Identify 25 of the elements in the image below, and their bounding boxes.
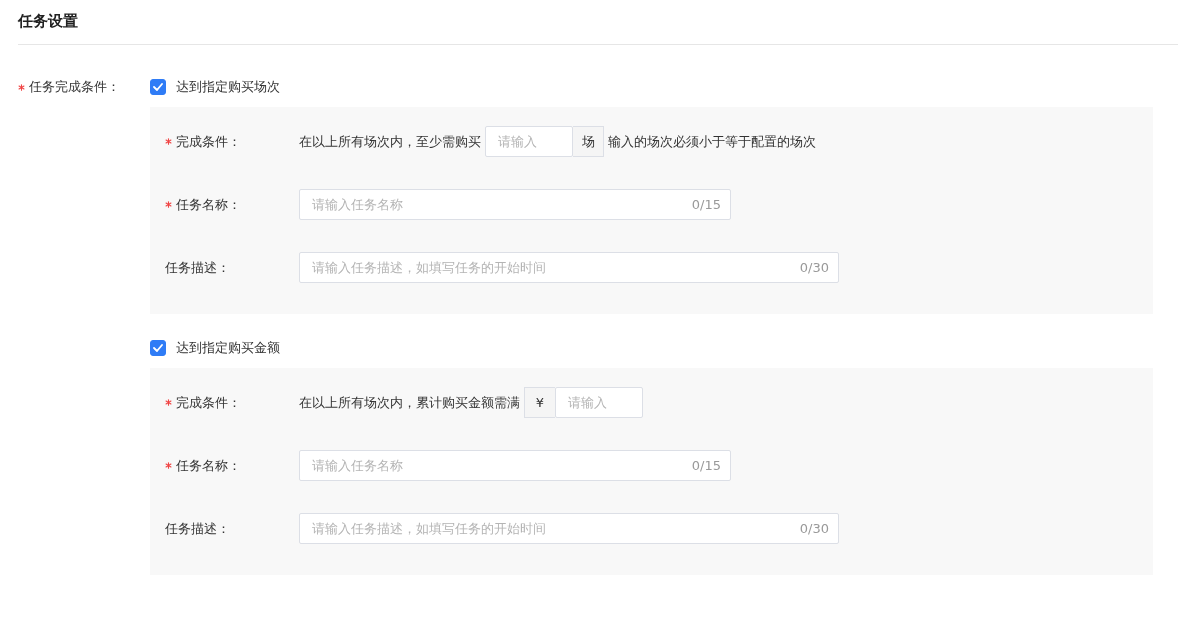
form-label: 任务描述： bbox=[165, 519, 230, 538]
number-input[interactable]: 请输入 bbox=[485, 126, 573, 157]
character-counter: 0/30 bbox=[799, 258, 829, 277]
form-label: 任务描述： bbox=[165, 258, 230, 277]
check-icon bbox=[153, 83, 163, 91]
unit-addon: 场 bbox=[573, 126, 604, 157]
form-label: 完成条件： bbox=[176, 132, 241, 151]
check-icon bbox=[153, 344, 163, 352]
character-counter: 0/15 bbox=[691, 456, 721, 475]
form-label: 任务名称： bbox=[176, 195, 241, 214]
unit-addon: ¥ bbox=[524, 387, 555, 418]
condition-text: 在以上所有场次内，至少需购买 bbox=[299, 132, 481, 151]
number-input[interactable]: 请输入 bbox=[555, 387, 643, 418]
section-title: 任务设置 bbox=[18, 11, 78, 32]
character-counter: 0/30 bbox=[799, 519, 829, 538]
form-label: 完成条件： bbox=[176, 393, 241, 412]
field-label: 任务完成条件： bbox=[29, 78, 120, 97]
checkbox[interactable] bbox=[150, 79, 166, 95]
checkbox-label[interactable]: 达到指定购买金额 bbox=[176, 338, 280, 358]
character-counter: 0/15 bbox=[691, 195, 721, 214]
checkbox-label[interactable]: 达到指定购买场次 bbox=[176, 77, 280, 97]
form-label: 任务名称： bbox=[176, 456, 241, 475]
condition-text: 在以上所有场次内，累计购买金额需满 bbox=[299, 393, 520, 412]
checkbox[interactable] bbox=[150, 340, 166, 356]
hint-text: 输入的场次必须小于等于配置的场次 bbox=[608, 132, 816, 151]
